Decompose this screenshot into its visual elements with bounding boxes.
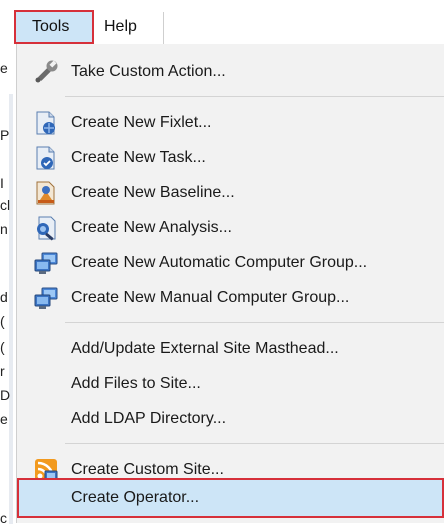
menu-item-take-custom-action[interactable]: Take Custom Action... — [17, 54, 444, 90]
menu-item-label: Add/Update External Site Masthead... — [71, 340, 339, 357]
background-text: e — [0, 411, 8, 427]
analysis-icon — [33, 215, 59, 241]
background-text: ( — [0, 313, 5, 329]
background-window: e P I cl n d ( ( r D e c — [0, 44, 16, 526]
menu-item-label: Create New Automatic Computer Group... — [71, 254, 368, 271]
menu-item-label: Create New Task... — [71, 149, 206, 166]
menu-bar: Tools Help — [0, 0, 444, 44]
menu-separator — [65, 96, 444, 97]
background-text: e — [0, 60, 8, 76]
computer-group-icon — [33, 285, 59, 311]
wrench-icon — [33, 59, 59, 85]
baseline-icon — [33, 180, 59, 206]
tools-dropdown-menu: Take Custom Action... Create New Fixlet.… — [16, 44, 444, 523]
computer-group-icon — [33, 250, 59, 276]
background-text: d — [0, 289, 8, 305]
menu-item-label: Create New Manual Computer Group... — [71, 289, 350, 306]
menu-separator — [65, 443, 444, 444]
menu-item-add-ldap-directory[interactable]: Add LDAP Directory... — [17, 401, 444, 437]
menu-item-label: Create New Fixlet... — [71, 114, 212, 131]
menu-tools[interactable]: Tools — [14, 10, 94, 44]
background-text: cl — [0, 197, 11, 213]
menu-item-label: Create Operator... — [71, 489, 200, 506]
menu-item-label: Add Files to Site... — [71, 375, 201, 392]
menu-help[interactable]: Help — [104, 10, 164, 44]
menu-item-label: Take Custom Action... — [71, 63, 226, 80]
menu-item-label: Create New Analysis... — [71, 219, 232, 236]
background-panel-edge — [9, 94, 13, 524]
menu-item-create-new-manual-computer-group[interactable]: Create New Manual Computer Group... — [17, 280, 444, 316]
task-icon — [33, 145, 59, 171]
background-text: c — [0, 510, 7, 526]
menu-item-add-files-to-site[interactable]: Add Files to Site... — [17, 366, 444, 402]
background-text: D — [0, 387, 11, 403]
menu-item-label: Add LDAP Directory... — [71, 410, 227, 427]
menu-item-create-new-automatic-computer-group[interactable]: Create New Automatic Computer Group... — [17, 245, 444, 281]
menu-item-label: Create New Baseline... — [71, 184, 235, 201]
menu-item-create-new-analysis[interactable]: Create New Analysis... — [17, 210, 444, 246]
menu-item-create-new-baseline[interactable]: Create New Baseline... — [17, 175, 444, 211]
background-text: P — [0, 127, 10, 143]
menu-item-create-new-task[interactable]: Create New Task... — [17, 140, 444, 176]
menu-separator — [65, 322, 444, 323]
background-text: I — [0, 175, 4, 191]
menu-item-create-operator[interactable]: Create Operator... — [17, 478, 444, 518]
menu-item-add-update-external-site-masthead[interactable]: Add/Update External Site Masthead... — [17, 331, 444, 367]
background-text: n — [0, 221, 8, 237]
background-text: ( — [0, 339, 5, 355]
background-text: r — [0, 363, 5, 379]
menubar-divider — [163, 12, 164, 44]
fixlet-icon — [33, 110, 59, 136]
menu-item-create-new-fixlet[interactable]: Create New Fixlet... — [17, 105, 444, 141]
